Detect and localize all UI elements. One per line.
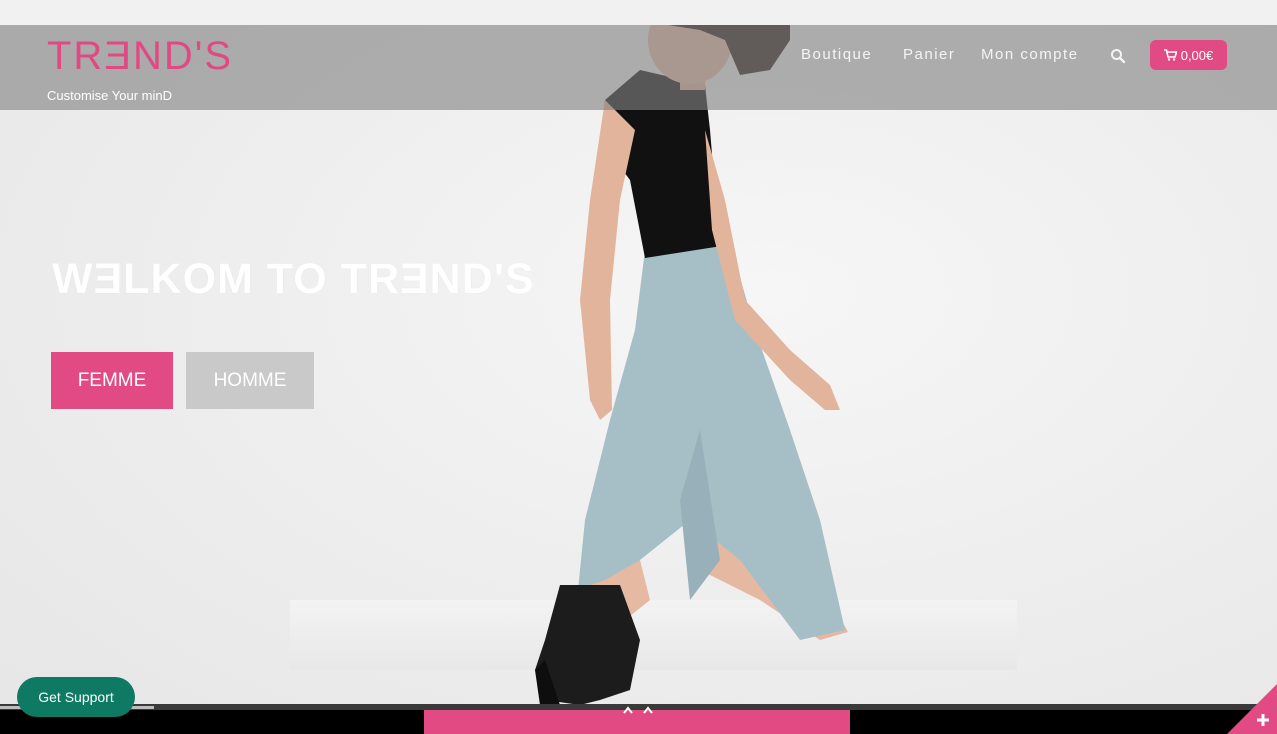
top-strip [0, 0, 1277, 25]
cart-button[interactable]: 0,00€ [1150, 40, 1227, 70]
plus-icon[interactable] [1227, 684, 1277, 734]
site-logo[interactable]: TRƎND'S [47, 33, 233, 79]
hero-title: WƎLKOM TO TRƎND'S [52, 255, 535, 303]
cart-icon [1163, 49, 1177, 61]
get-support-button[interactable]: Get Support [17, 677, 135, 717]
homme-button[interactable]: HOMME [186, 352, 314, 409]
site-tagline: Customise Your minD [47, 88, 172, 103]
chevron-up-icon[interactable] [620, 703, 656, 715]
search-icon[interactable] [1110, 48, 1126, 64]
nav-boutique[interactable]: Boutique [801, 46, 872, 63]
femme-button[interactable]: FEMME [51, 352, 173, 409]
cart-amount: 0,00€ [1180, 47, 1214, 63]
nav-mon-compte[interactable]: Mon compte [981, 46, 1079, 63]
nav-panier[interactable]: Panier [903, 46, 955, 63]
